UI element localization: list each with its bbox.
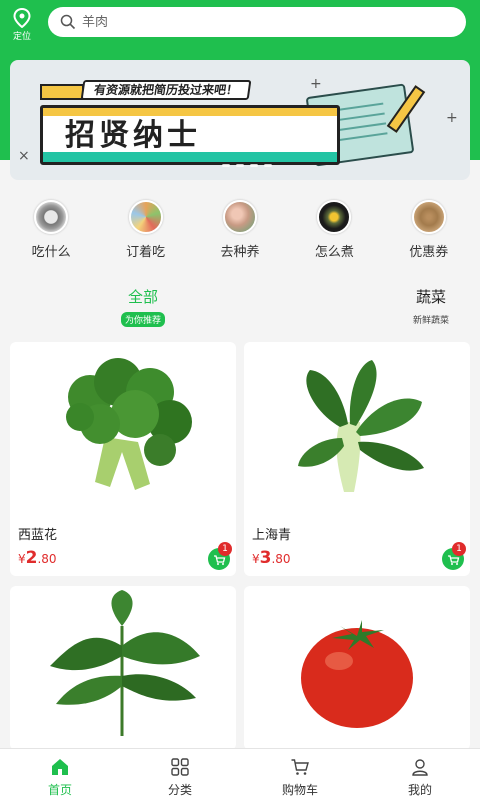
category-label: 怎么煮 xyxy=(314,245,354,260)
bok-choy-image xyxy=(298,360,424,492)
product-price: ¥2.80 xyxy=(18,548,57,568)
cart-count-badge: 1 xyxy=(452,542,466,556)
tab-all[interactable]: 全部 为你推荐 xyxy=(112,286,174,327)
nav-label: 首页 xyxy=(47,783,72,797)
category-label: 吃什么 xyxy=(31,245,71,260)
tab-subtitle-badge: 为你推荐 xyxy=(120,312,165,327)
order-to-eat-icon xyxy=(128,200,163,234)
product-name: 西蓝花 xyxy=(18,528,58,543)
tab-vegetables[interactable]: 蔬菜 新鲜蔬菜 xyxy=(400,286,462,326)
category-go-farming[interactable]: 去种养 xyxy=(202,196,278,266)
location-pin-icon xyxy=(13,8,31,28)
sweet-potato-leaves-image xyxy=(50,590,200,736)
cart-count-badge: 1 xyxy=(218,542,232,556)
product-name: 上海青 xyxy=(252,528,292,543)
search-input[interactable] xyxy=(82,14,422,30)
how-to-cook-icon xyxy=(317,200,352,234)
nav-label: 分类 xyxy=(167,783,192,797)
carousel-dot[interactable] xyxy=(222,164,230,167)
promo-banner[interactable]: + + × 有资源就把简历投过来吧！ 招贤纳士 xyxy=(10,60,470,180)
tab-title: 全部 xyxy=(127,288,158,306)
product-card[interactable] xyxy=(10,586,236,750)
banner-headline-card: 招贤纳士 xyxy=(40,105,340,165)
nav-categories[interactable]: 分类 xyxy=(120,749,240,800)
category-coupon[interactable]: 优惠券 xyxy=(391,196,467,266)
category-label: 优惠券 xyxy=(409,245,449,260)
search-bar[interactable] xyxy=(48,7,466,37)
go-farming-icon xyxy=(222,200,257,234)
sparkle-decoration: + xyxy=(446,110,458,126)
product-card[interactable]: 西蓝花 ¥2.80 1 xyxy=(10,342,236,576)
tab-title: 蔬菜 xyxy=(415,288,446,306)
sparkle-decoration: + xyxy=(310,76,322,92)
nav-cart[interactable]: 购物车 xyxy=(240,749,360,800)
shopping-cart-icon xyxy=(291,759,309,775)
banner-headline: 招贤纳士 xyxy=(65,118,201,153)
nav-label: 我的 xyxy=(407,783,432,797)
product-card[interactable]: 上海青 ¥3.80 1 xyxy=(244,342,470,576)
category-grid-icon xyxy=(171,758,189,776)
nav-profile[interactable]: 我的 xyxy=(360,749,480,800)
ribbon-cap xyxy=(40,84,84,100)
home-icon xyxy=(52,759,68,775)
category-order-to-eat[interactable]: 订着吃 xyxy=(108,196,184,266)
coupon-icon xyxy=(411,200,446,234)
carousel-dot[interactable] xyxy=(236,164,244,167)
category-label: 订着吃 xyxy=(126,245,166,260)
category-label: 去种养 xyxy=(220,245,260,260)
sparkle-decoration: × xyxy=(18,148,30,164)
banner-ribbon-text: 有资源就把简历投过来吧！ xyxy=(80,80,252,100)
location-label: 定位 xyxy=(12,32,31,42)
product-price: ¥3.80 xyxy=(252,548,291,568)
nav-home[interactable]: 首页 xyxy=(0,749,120,800)
tab-subtitle: 新鲜蔬菜 xyxy=(412,316,449,326)
tomato-image xyxy=(301,620,413,728)
carousel-dot[interactable] xyxy=(250,164,258,167)
bottom-navigation: 首页 分类 购物车 我的 xyxy=(0,748,480,800)
profile-icon xyxy=(412,759,428,776)
category-how-to-cook[interactable]: 怎么煮 xyxy=(296,196,372,266)
carousel-dot[interactable] xyxy=(264,164,272,167)
category-what-to-eat[interactable]: 吃什么 xyxy=(13,196,89,266)
nav-label: 购物车 xyxy=(281,783,318,797)
product-card[interactable] xyxy=(244,586,470,750)
category-shortcuts: 吃什么 订着吃 去种养 怎么煮 优惠券 xyxy=(0,196,480,266)
carousel-indicator[interactable] xyxy=(222,164,272,167)
search-icon xyxy=(60,14,76,30)
broccoli-image xyxy=(66,358,192,490)
what-to-eat-icon xyxy=(34,200,69,234)
location-button[interactable]: 定位 xyxy=(8,8,36,42)
